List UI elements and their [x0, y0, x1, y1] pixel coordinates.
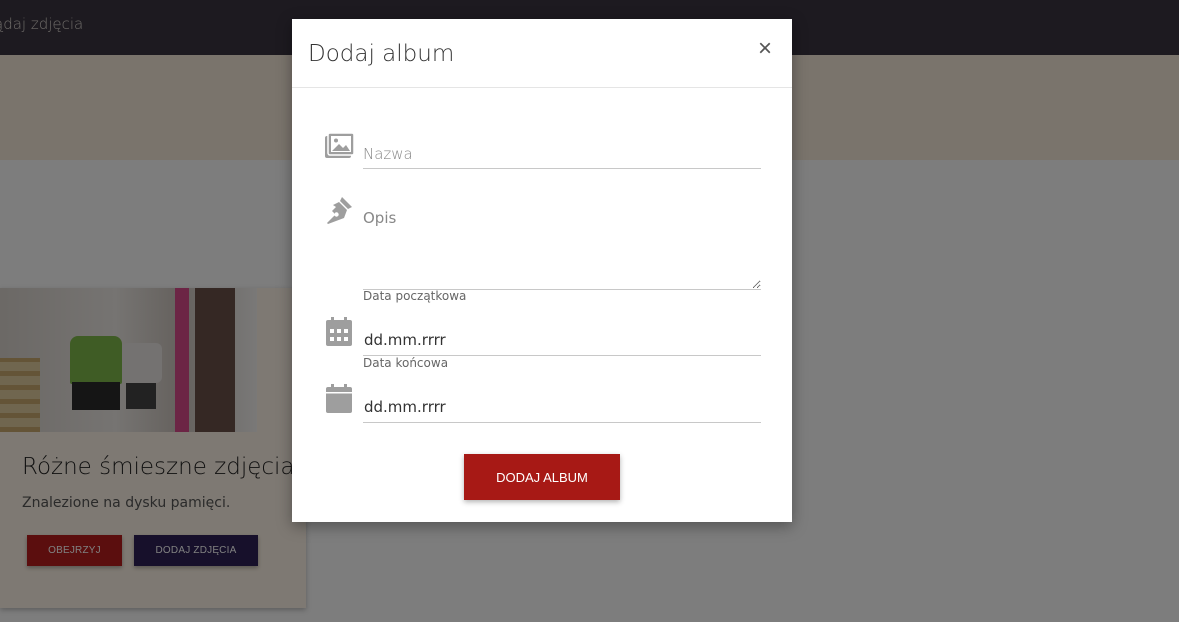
close-button[interactable]: × — [758, 37, 772, 61]
pen-nib-icon — [322, 195, 356, 229]
end-date-input[interactable]: dd.mm.rrrr — [363, 389, 761, 423]
add-album-submit-button[interactable]: DODAJ ALBUM — [464, 454, 620, 500]
album-description-input[interactable] — [363, 203, 761, 290]
calendar-grid-icon — [322, 315, 356, 349]
calendar-icon — [322, 382, 356, 416]
album-name-input[interactable] — [363, 139, 761, 169]
start-date-label: Data początkowa — [363, 289, 467, 303]
modal-header: Dodaj album × — [292, 19, 792, 88]
add-album-modal: Dodaj album × Data początkowa — [292, 19, 792, 522]
start-date-input[interactable]: dd.mm.rrrr — [363, 322, 761, 356]
modal-title: Dodaj album — [308, 41, 455, 67]
images-icon — [322, 129, 356, 163]
end-date-label: Data końcowa — [363, 356, 449, 370]
